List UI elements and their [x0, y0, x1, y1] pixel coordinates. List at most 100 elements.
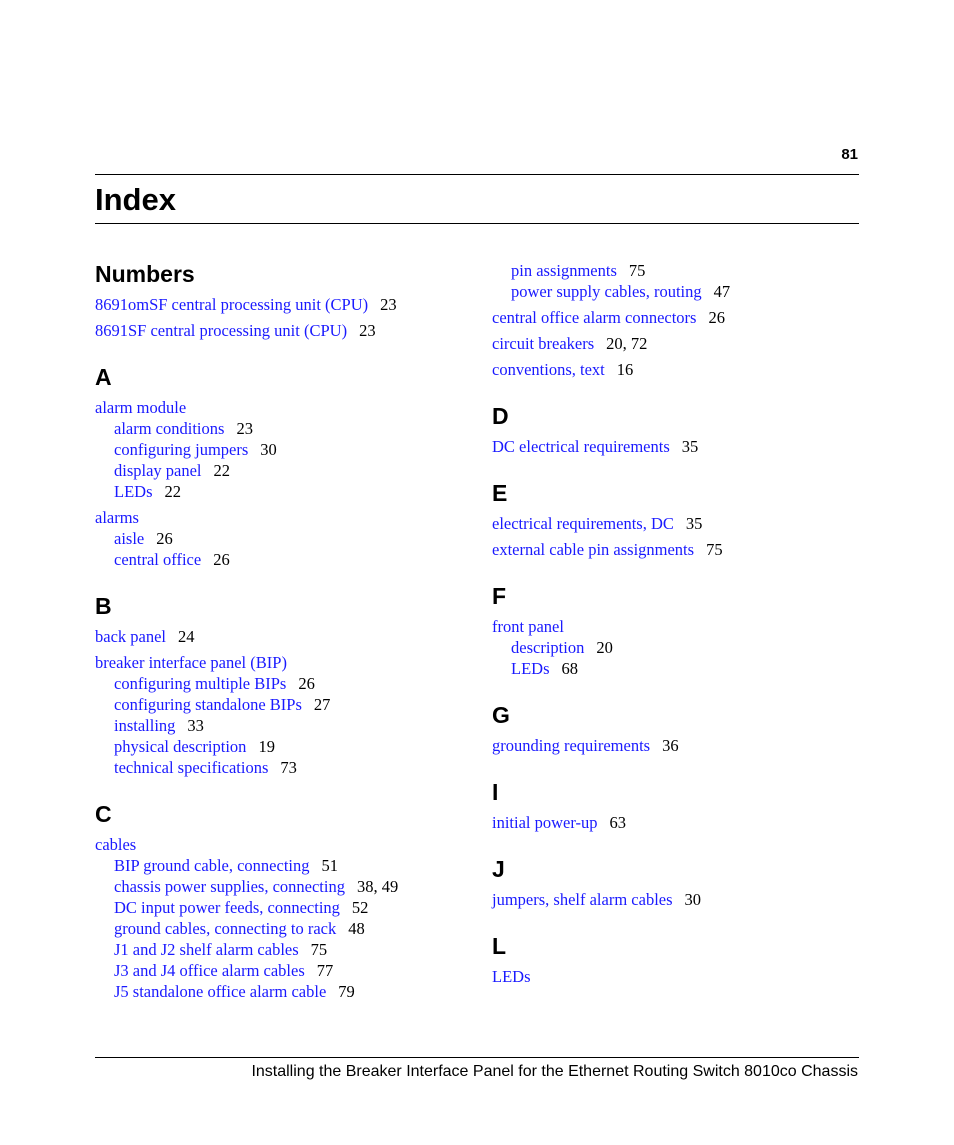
index-term-link[interactable]: electrical requirements, DC [492, 514, 674, 533]
page-reference: 19 [258, 737, 275, 756]
index-entry: central office alarm connectors 26 [492, 307, 862, 328]
index-entry-row: electrical requirements, DC 35 [492, 513, 862, 534]
title-rule [95, 223, 859, 224]
index-subterm-link[interactable]: chassis power supplies, connecting [114, 877, 345, 896]
index-term-link[interactable]: initial power-up [492, 813, 598, 832]
index-term-link[interactable]: breaker interface panel (BIP) [95, 653, 287, 672]
index-term-link[interactable]: back panel [95, 627, 166, 646]
index-subterm-link[interactable]: description [511, 638, 584, 657]
index-entry: 8691omSF central processing unit (CPU) 23 [95, 294, 465, 315]
index-subentry-row: aisle 26 [95, 528, 465, 549]
index-subterm-link[interactable]: J5 standalone office alarm cable [114, 982, 326, 1001]
index-subterm-link[interactable]: DC input power feeds, connecting [114, 898, 340, 917]
index-subterm-link[interactable]: central office [114, 550, 201, 569]
index-section: L LEDs [492, 932, 862, 987]
page-reference: 16 [616, 360, 634, 379]
index-subentry-row: J1 and J2 shelf alarm cables 75 [95, 939, 465, 960]
page-reference: 27 [313, 695, 331, 714]
index-subterm-link[interactable]: J3 and J4 office alarm cables [114, 961, 305, 980]
index-subentry-row: pin assignments 75 [492, 260, 862, 281]
index-subterm-link[interactable]: configuring jumpers [114, 440, 248, 459]
index-term-link[interactable]: alarm module [95, 398, 186, 417]
page-reference: 36 [662, 736, 679, 755]
index-entry: conventions, text 16 [492, 359, 862, 380]
index-entry-row: 8691omSF central processing unit (CPU) 23 [95, 294, 465, 315]
page-reference: 35 [685, 514, 703, 533]
footer-rule [95, 1057, 859, 1058]
index-entry-row: DC electrical requirements 35 [492, 436, 862, 457]
page-reference: 24 [178, 627, 195, 646]
index-subterm-link[interactable]: technical specifications [114, 758, 268, 777]
index-subterm-link[interactable]: aisle [114, 529, 144, 548]
index-section: Aalarm module alarm conditions 23 configuri… [95, 363, 465, 570]
index-entry: grounding requirements 36 [492, 735, 862, 756]
index-term-link[interactable]: alarms [95, 508, 139, 527]
index-subterm-link[interactable]: LEDs [114, 482, 153, 501]
index-subentry-row: J3 and J4 office alarm cables 77 [95, 960, 465, 981]
page-reference: 52 [351, 898, 369, 917]
section-heading: D [492, 403, 509, 429]
section-heading: G [492, 702, 510, 728]
index-term-link[interactable]: circuit breakers [492, 334, 594, 353]
header-rule [95, 174, 859, 175]
index-term-link[interactable]: 8691SF central processing unit (CPU) [95, 321, 347, 340]
index-subterm-link[interactable]: installing [114, 716, 175, 735]
index-subterm-link[interactable]: configuring multiple BIPs [114, 674, 286, 693]
index-entry: alarms aisle 26 central office 26 [95, 507, 465, 570]
index-entry-row: initial power-up 63 [492, 812, 862, 833]
section-heading: B [95, 593, 112, 619]
index-entry: back panel 24 [95, 626, 465, 647]
index-entry-row: alarm module [95, 397, 465, 418]
index-term-link[interactable]: front panel [492, 617, 564, 636]
page-reference: 48 [348, 919, 365, 938]
index-term-link[interactable]: cables [95, 835, 136, 854]
index-term-link[interactable]: LEDs [492, 967, 531, 986]
page-reference: 30 [260, 440, 277, 459]
index-term-link[interactable]: external cable pin assignments [492, 540, 694, 559]
index-entry-row: grounding requirements 36 [492, 735, 862, 756]
page-title: Index [95, 182, 176, 217]
index-subterm-link[interactable]: configuring standalone BIPs [114, 695, 302, 714]
index-entry-row: 8691SF central processing unit (CPU) 23 [95, 320, 465, 341]
index-entry-row: LEDs [492, 966, 862, 987]
index-subentry-row: configuring jumpers 30 [95, 439, 465, 460]
index-section: Iinitial power-up 63 [492, 778, 862, 833]
index-subterm-link[interactable]: ground cables, connecting to rack [114, 919, 336, 938]
index-term-link[interactable]: grounding requirements [492, 736, 650, 755]
section-heading: Numbers [95, 261, 195, 287]
index-subterm-link[interactable]: display panel [114, 461, 202, 480]
section-heading: A [95, 364, 112, 390]
index-subterm-link[interactable]: physical description [114, 737, 246, 756]
section-heading: C [95, 801, 112, 827]
index-term-link[interactable]: 8691omSF central processing unit (CPU) [95, 295, 368, 314]
index-entry: circuit breakers 20, 72 [492, 333, 862, 354]
index-section: Ggrounding requirements 36 [492, 701, 862, 756]
page-reference: 30 [684, 890, 702, 909]
index-subterm-link[interactable]: J1 and J2 shelf alarm cables [114, 940, 299, 959]
index-entry-row: cables [95, 834, 465, 855]
index-term-link[interactable]: conventions, text [492, 360, 605, 379]
page-reference: 75 [310, 940, 328, 959]
index-entry: DC electrical requirements 35 [492, 436, 862, 457]
index-term-link[interactable]: central office alarm connectors [492, 308, 696, 327]
index-subentry-row: central office 26 [95, 549, 465, 570]
index-term-link[interactable]: DC electrical requirements [492, 437, 670, 456]
index-entry-row: breaker interface panel (BIP) [95, 652, 465, 673]
index-entry: breaker interface panel (BIP) configuring… [95, 652, 465, 778]
index-subterm-link[interactable]: alarm conditions [114, 419, 224, 438]
index-entry: alarm module alarm conditions 23 configurin… [95, 397, 465, 502]
page-reference: 26 [156, 529, 173, 548]
page-reference: 38, 49 [356, 877, 399, 896]
index-subterm-link[interactable]: pin assignments [511, 261, 617, 280]
index-section: Numbers 8691omSF central processing unit … [95, 260, 465, 341]
index-subterm-link[interactable]: BIP ground cable, connecting [114, 856, 310, 875]
index-subentry-row: ground cables, connecting to rack 48 [95, 918, 465, 939]
index-subentry-row: alarm conditions 23 [95, 418, 465, 439]
index-term-link[interactable]: jumpers, shelf alarm cables [492, 890, 673, 909]
index-entry-row: conventions, text 16 [492, 359, 862, 380]
index-entry: pin assignments 75 power supply cables, ro… [492, 260, 862, 302]
index-subterm-link[interactable]: LEDs [511, 659, 550, 678]
index-subterm-link[interactable]: power supply cables, routing [511, 282, 702, 301]
index-subentry-row: physical description 19 [95, 736, 465, 757]
section-heading: I [492, 779, 499, 805]
